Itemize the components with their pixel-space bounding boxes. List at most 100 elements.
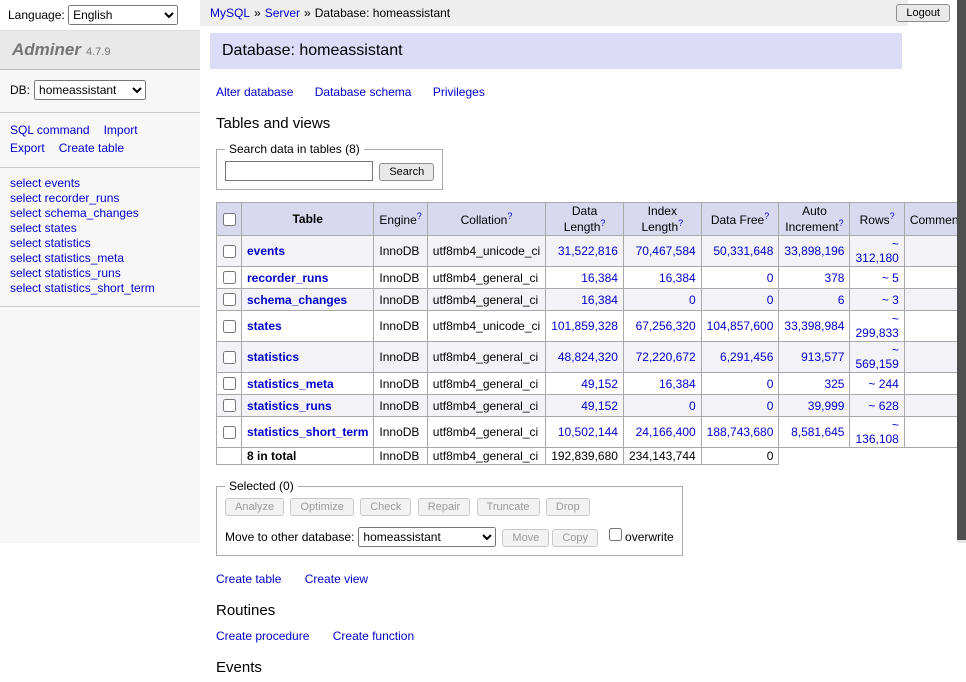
create-procedure-link[interactable]: Create procedure xyxy=(216,629,309,643)
rows-count-link[interactable]: ~ 5 xyxy=(882,271,899,285)
index-length-link[interactable]: 16,384 xyxy=(659,271,696,285)
logout-button[interactable]: Logout xyxy=(896,4,950,22)
table-name-link[interactable]: statistics_short_term xyxy=(247,425,368,439)
auto-increment-link[interactable]: 6 xyxy=(838,293,845,307)
privileges-link[interactable]: Privileges xyxy=(433,85,485,99)
row-checkbox[interactable] xyxy=(223,245,236,258)
table-select-link[interactable]: select statistics_runs xyxy=(10,266,121,280)
help-icon[interactable]: ? xyxy=(678,218,683,228)
database-schema-link[interactable]: Database schema xyxy=(315,85,412,99)
data-free-link[interactable]: 0 xyxy=(767,293,774,307)
table-select-link[interactable]: select statistics xyxy=(10,236,91,250)
table-name-link[interactable]: schema_changes xyxy=(247,293,347,307)
help-icon[interactable]: ? xyxy=(507,211,512,221)
rows-count-link[interactable]: ~ 628 xyxy=(868,399,898,413)
auto-increment-link[interactable]: 39,999 xyxy=(808,399,845,413)
repair-button[interactable]: Repair xyxy=(418,498,470,516)
language-select[interactable]: English xyxy=(68,5,178,25)
auto-increment-link[interactable]: 325 xyxy=(824,377,844,391)
adminer-logo-link[interactable]: Adminer xyxy=(12,40,81,59)
table-name-link[interactable]: events xyxy=(247,244,285,258)
row-checkbox[interactable] xyxy=(223,351,236,364)
table-name-link[interactable]: states xyxy=(247,319,282,333)
rows-count-link[interactable]: ~ 299,833 xyxy=(855,312,898,340)
row-checkbox[interactable] xyxy=(223,271,236,284)
data-length-link[interactable]: 49,152 xyxy=(581,377,618,391)
auto-increment-link[interactable]: 33,398,984 xyxy=(784,319,844,333)
select-all-checkbox[interactable] xyxy=(223,213,236,226)
data-length-link[interactable]: 49,152 xyxy=(581,399,618,413)
table-select-link[interactable]: select states xyxy=(10,221,77,235)
index-length-link[interactable]: 70,467,584 xyxy=(636,244,696,258)
analyze-button[interactable]: Analyze xyxy=(225,498,284,516)
scrollbar-thumb[interactable] xyxy=(957,0,966,540)
check-button[interactable]: Check xyxy=(360,498,411,516)
help-icon[interactable]: ? xyxy=(890,211,895,221)
index-length-link[interactable]: 0 xyxy=(689,293,696,307)
help-icon[interactable]: ? xyxy=(417,211,422,221)
help-icon[interactable]: ? xyxy=(839,218,844,228)
index-length-link[interactable]: 67,256,320 xyxy=(636,319,696,333)
data-length-link[interactable]: 31,522,816 xyxy=(558,244,618,258)
table-select-link[interactable]: select recorder_runs xyxy=(10,191,119,205)
truncate-button[interactable]: Truncate xyxy=(477,498,540,516)
data-free-link[interactable]: 0 xyxy=(767,377,774,391)
move-button[interactable]: Move xyxy=(502,529,549,547)
table-name-link[interactable]: recorder_runs xyxy=(247,271,328,285)
data-length-link[interactable]: 16,384 xyxy=(581,293,618,307)
move-database-select[interactable]: homeassistant xyxy=(358,527,496,547)
data-length-link[interactable]: 101,859,328 xyxy=(551,319,618,333)
data-length-link[interactable]: 48,824,320 xyxy=(558,350,618,364)
table-name-link[interactable]: statistics_runs xyxy=(247,399,332,413)
rows-count-link[interactable]: ~ 244 xyxy=(868,377,898,391)
breadcrumb-mysql-link[interactable]: MySQL xyxy=(210,6,250,20)
auto-increment-link[interactable]: 378 xyxy=(824,271,844,285)
drop-button[interactable]: Drop xyxy=(546,498,590,516)
db-select[interactable]: homeassistant xyxy=(34,80,146,100)
data-free-link[interactable]: 50,331,648 xyxy=(713,244,773,258)
row-checkbox[interactable] xyxy=(223,426,236,439)
auto-increment-link[interactable]: 8,581,645 xyxy=(791,425,844,439)
sidebar-item-export[interactable]: Export xyxy=(10,141,45,155)
auto-increment-link[interactable]: 913,577 xyxy=(801,350,844,364)
data-free-link[interactable]: 104,857,600 xyxy=(707,319,774,333)
row-checkbox[interactable] xyxy=(223,320,236,333)
rows-count-link[interactable]: ~ 312,180 xyxy=(855,237,898,265)
table-select-link[interactable]: select events xyxy=(10,176,80,190)
row-checkbox[interactable] xyxy=(223,377,236,390)
sidebar-item-sql-command[interactable]: SQL command xyxy=(10,123,90,137)
create-function-link[interactable]: Create function xyxy=(333,629,414,643)
overwrite-checkbox[interactable] xyxy=(609,528,622,541)
index-length-link[interactable]: 16,384 xyxy=(659,377,696,391)
auto-increment-link[interactable]: 33,898,196 xyxy=(784,244,844,258)
scrollbar[interactable] xyxy=(957,0,966,543)
create-view-link[interactable]: Create view xyxy=(305,572,368,586)
table-name-link[interactable]: statistics xyxy=(247,350,299,364)
search-button[interactable]: Search xyxy=(379,163,434,181)
data-free-link[interactable]: 188,743,680 xyxy=(707,425,774,439)
table-select-link[interactable]: select statistics_meta xyxy=(10,251,124,265)
index-length-link[interactable]: 24,166,400 xyxy=(636,425,696,439)
table-name-link[interactable]: statistics_meta xyxy=(247,377,334,391)
rows-count-link[interactable]: ~ 136,108 xyxy=(855,418,898,446)
data-free-link[interactable]: 0 xyxy=(767,271,774,285)
create-table-link[interactable]: Create table xyxy=(216,572,281,586)
alter-database-link[interactable]: Alter database xyxy=(216,85,293,99)
copy-button[interactable]: Copy xyxy=(552,529,598,547)
help-icon[interactable]: ? xyxy=(764,211,769,221)
table-select-link[interactable]: select statistics_short_term xyxy=(10,281,155,295)
help-icon[interactable]: ? xyxy=(600,218,605,228)
rows-count-link[interactable]: ~ 3 xyxy=(882,293,899,307)
data-length-link[interactable]: 16,384 xyxy=(581,271,618,285)
table-select-link[interactable]: select schema_changes xyxy=(10,206,139,220)
breadcrumb-server-link[interactable]: Server xyxy=(265,6,300,20)
optimize-button[interactable]: Optimize xyxy=(290,498,353,516)
sidebar-item-import[interactable]: Import xyxy=(104,123,138,137)
row-checkbox[interactable] xyxy=(223,293,236,306)
index-length-link[interactable]: 72,220,672 xyxy=(636,350,696,364)
data-free-link[interactable]: 0 xyxy=(767,399,774,413)
sidebar-item-create-table[interactable]: Create table xyxy=(59,141,124,155)
search-input[interactable] xyxy=(225,161,373,181)
data-free-link[interactable]: 6,291,456 xyxy=(720,350,773,364)
row-checkbox[interactable] xyxy=(223,399,236,412)
